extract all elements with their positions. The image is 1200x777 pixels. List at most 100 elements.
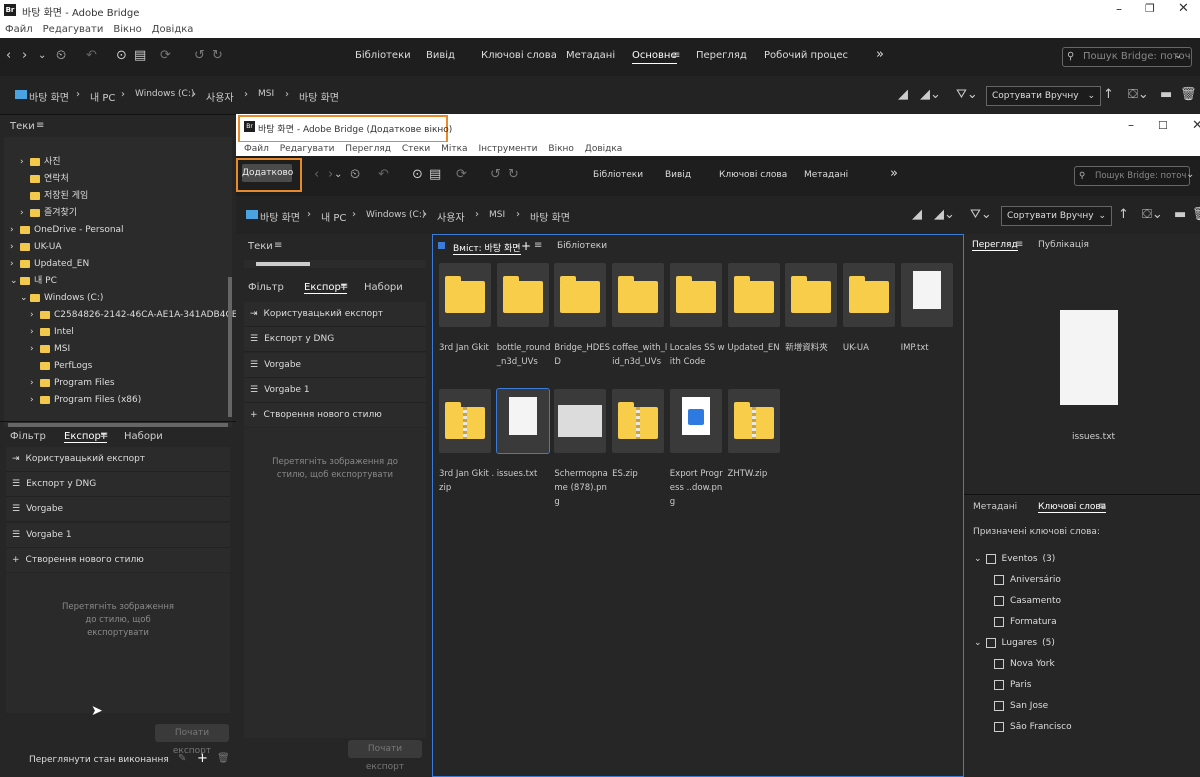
breadcrumb-my-pc[interactable]: 내 PC bbox=[90, 89, 115, 104]
tree-item[interactable]: PerfLogs bbox=[30, 358, 92, 374]
thumbnail-doc[interactable] bbox=[900, 263, 953, 327]
rotate-left-icon[interactable]: ↺ bbox=[194, 48, 205, 64]
workspace-workflow[interactable]: Робочий процес bbox=[764, 50, 848, 61]
menu-stacks[interactable]: Стеки bbox=[398, 144, 434, 154]
sort-select[interactable]: Сортувати Вручну ⌄ bbox=[1001, 206, 1112, 226]
export-item-dng[interactable]: ☰ Експорт у DNG bbox=[244, 327, 426, 352]
menu-view[interactable]: Перегляд bbox=[341, 144, 395, 154]
filter-icon[interactable]: ⛛⌄ bbox=[970, 207, 992, 223]
sort-direction-icon[interactable]: ↑ bbox=[1118, 207, 1129, 223]
chevron-down-icon[interactable]: ⌄ bbox=[974, 638, 982, 648]
export-item-dng[interactable]: ☰ Експорт у DNG bbox=[6, 472, 230, 497]
chevron-right-icon[interactable]: › bbox=[30, 375, 40, 391]
forward-icon[interactable]: › bbox=[328, 167, 333, 183]
workspace-output[interactable]: Вивід bbox=[665, 170, 691, 180]
folders-tab[interactable]: Теки bbox=[248, 241, 273, 252]
export-item-custom[interactable]: ⇥ Користувацький експорт bbox=[244, 302, 426, 327]
tab-filter[interactable]: Фільтр bbox=[10, 431, 46, 442]
open-recent-icon[interactable]: ⛋⌄ bbox=[1142, 207, 1163, 223]
thumbnail-image[interactable] bbox=[554, 389, 607, 453]
panel-menu-icon[interactable]: ≡ bbox=[534, 240, 542, 251]
workspace-keywords[interactable]: Ключові слова bbox=[481, 50, 557, 61]
add-tab-icon[interactable]: + bbox=[521, 239, 531, 253]
restore-icon[interactable]: ❐ bbox=[1145, 2, 1155, 15]
quality-icon[interactable]: ◢ bbox=[898, 87, 908, 103]
camera-icon[interactable]: ⊙ bbox=[116, 48, 127, 64]
chevron-down-icon[interactable]: ⌄ bbox=[20, 290, 30, 306]
tab-libraries[interactable]: Бібліотеки bbox=[557, 241, 607, 251]
rotate-left-icon[interactable]: ↺ bbox=[490, 167, 501, 183]
chevron-right-icon[interactable]: › bbox=[10, 256, 20, 272]
export-item-vorgabe-1[interactable]: ☰ Vorgabe 1 bbox=[244, 378, 426, 403]
keyword-item[interactable]: Formatura bbox=[994, 612, 1057, 632]
close-icon[interactable]: ✕ bbox=[1178, 1, 1189, 16]
sort-select[interactable]: Сортувати Вручну ⌄ bbox=[986, 86, 1101, 106]
export-item-custom[interactable]: ⇥ Користувацький експорт bbox=[6, 447, 230, 472]
panel-menu-icon[interactable]: ≡ bbox=[1015, 239, 1023, 250]
checkbox[interactable] bbox=[994, 721, 1004, 732]
workspace-libraries[interactable]: Бібліотеки bbox=[355, 50, 411, 61]
breadcrumb-desktop-current[interactable]: 바탕 화면 bbox=[530, 209, 570, 224]
chevron-right-icon[interactable]: › bbox=[30, 324, 40, 340]
minimize-icon[interactable]: – bbox=[1128, 118, 1134, 132]
forward-icon[interactable]: › bbox=[22, 48, 27, 64]
breadcrumb-drive[interactable]: Windows (C:) bbox=[366, 210, 425, 220]
chevron-down-icon[interactable]: ⌄ bbox=[38, 48, 46, 64]
breadcrumb-desktop[interactable]: 바탕 화면 bbox=[29, 89, 69, 104]
workspace-metadata[interactable]: Метадані bbox=[566, 50, 615, 61]
breadcrumb-users[interactable]: 사용자 bbox=[437, 209, 465, 224]
chevron-right-icon[interactable]: › bbox=[10, 239, 20, 255]
menu-file[interactable]: Файл bbox=[0, 22, 38, 38]
export-item-vorgabe[interactable]: ☰ Vorgabe bbox=[6, 497, 230, 522]
boomerang-icon[interactable]: ↶ bbox=[86, 48, 97, 64]
keyword-item[interactable]: Paris bbox=[994, 675, 1031, 695]
chevron-right-icon[interactable]: › bbox=[20, 205, 30, 221]
new-folder-icon[interactable]: ▬ bbox=[1174, 207, 1186, 223]
rating-filter-icon[interactable]: ◢⌄ bbox=[934, 207, 955, 223]
panel-menu-icon[interactable]: ≡ bbox=[36, 120, 44, 131]
main-search-input[interactable]: ⚲ Пошук Bridge: поточ bbox=[1062, 47, 1192, 67]
export-item-vorgabe-1[interactable]: ☰ Vorgabe 1 bbox=[6, 523, 230, 548]
workspace-essentials[interactable]: Основне bbox=[632, 50, 677, 64]
menu-help[interactable]: Довідка bbox=[581, 144, 627, 154]
back-icon[interactable]: ‹ bbox=[6, 48, 11, 64]
tree-item[interactable]: › MSI bbox=[30, 341, 70, 357]
breadcrumb-msi[interactable]: MSI bbox=[489, 210, 505, 220]
compact-mode-button[interactable]: Додатково bbox=[242, 164, 293, 182]
recent-icon[interactable]: ⏲ bbox=[56, 48, 66, 64]
checkbox[interactable] bbox=[994, 595, 1004, 606]
workspace-libraries[interactable]: Бібліотеки bbox=[593, 170, 643, 180]
thumbnail-folder[interactable] bbox=[439, 263, 491, 327]
workspace-menu-icon[interactable]: ≡ bbox=[672, 50, 680, 61]
chevron-right-icon[interactable]: › bbox=[20, 154, 30, 170]
tree-item[interactable]: 저장된 게임 bbox=[20, 188, 88, 204]
thumbnail-doc[interactable] bbox=[495, 388, 550, 454]
thumbnail-folder[interactable] bbox=[669, 263, 722, 327]
edit-icon[interactable]: ✎ bbox=[178, 753, 186, 764]
open-in-camera-raw-icon[interactable]: ⟳ bbox=[160, 48, 171, 64]
breadcrumb-my-pc[interactable]: 내 PC bbox=[321, 209, 346, 224]
start-export-button[interactable]: Почати експорт bbox=[348, 740, 422, 772]
tree-item[interactable]: › Intel bbox=[30, 324, 74, 340]
export-item-new-style[interactable]: + Створення нового стилю bbox=[6, 548, 230, 572]
tree-item[interactable]: › C2584826-2142-46CA-AE1A-341ADB4CE084 bbox=[30, 307, 255, 323]
chevron-down-icon[interactable]: ⌄ bbox=[334, 167, 342, 183]
tab-preview[interactable]: Перегляд bbox=[972, 240, 1018, 251]
keyword-item[interactable]: São Francisco bbox=[994, 717, 1072, 737]
keyword-group[interactable]: ⌄ Eventos (3) bbox=[974, 549, 1055, 569]
tree-item[interactable]: › Updated_EN bbox=[10, 256, 89, 272]
menu-file[interactable]: Файл bbox=[236, 144, 273, 154]
search-options-icon[interactable]: ⌄ bbox=[1186, 167, 1194, 183]
menu-help[interactable]: Довідка bbox=[147, 22, 199, 38]
refine-icon[interactable]: ▤ bbox=[429, 167, 441, 183]
new-folder-icon[interactable]: ▬ bbox=[1160, 87, 1172, 103]
menu-tools[interactable]: Інструменти bbox=[474, 144, 541, 154]
tab-collections[interactable]: Набори bbox=[124, 431, 163, 442]
tree-item[interactable]: ⌄ Windows (C:) bbox=[20, 290, 103, 306]
delete-icon[interactable]: 🗑 bbox=[1192, 207, 1200, 223]
panel-menu-icon[interactable]: ≡ bbox=[274, 240, 282, 251]
tab-metadata[interactable]: Метадані bbox=[973, 502, 1017, 512]
keyword-item[interactable]: Casamento bbox=[994, 591, 1061, 611]
close-icon[interactable]: ✕ bbox=[1192, 118, 1200, 133]
tab-filter[interactable]: Фільтр bbox=[248, 282, 284, 293]
